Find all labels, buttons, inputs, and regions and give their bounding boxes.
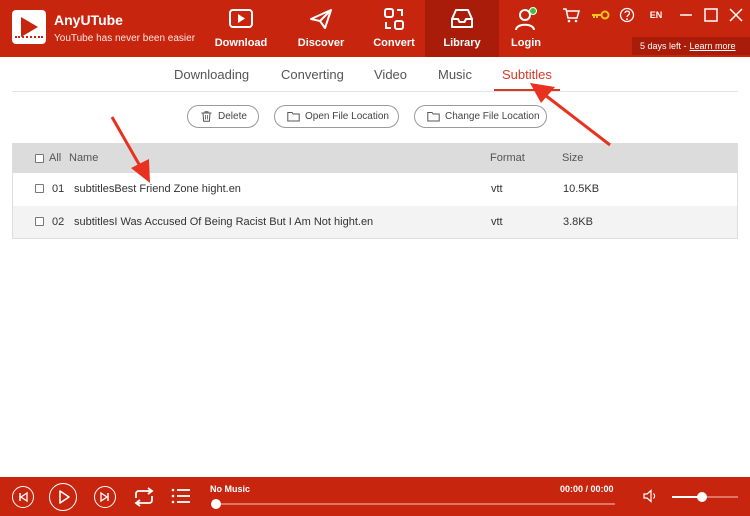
header-name[interactable]: Name	[69, 152, 98, 164]
row-format: vtt	[491, 183, 503, 195]
nav-download-label: Download	[214, 37, 268, 49]
skip-next-icon	[99, 491, 109, 502]
tab-music[interactable]: Music	[438, 67, 472, 82]
music-player: No Music 00:00 / 00:00	[0, 477, 750, 516]
delete-button[interactable]: Delete	[187, 105, 259, 128]
nav-login-label: Login	[511, 37, 541, 49]
user-icon	[515, 7, 537, 31]
open-file-location-button[interactable]: Open File Location	[274, 105, 399, 128]
row-checkbox[interactable]	[35, 217, 44, 226]
row-size: 10.5KB	[563, 183, 600, 195]
nav-discover[interactable]: Discover	[283, 0, 359, 57]
trial-text: 5 days left -	[640, 41, 687, 51]
nav-download[interactable]: Download	[203, 0, 279, 57]
subtitles-table: All Name Format Size 01 subtitlesBest Fr…	[12, 143, 738, 239]
app-header: AnyUTube YouTube has never been easier D…	[0, 0, 750, 57]
row-index: 01	[52, 183, 65, 195]
inbox-icon	[451, 9, 473, 28]
playlist-icon[interactable]	[171, 487, 191, 505]
play-button[interactable]	[49, 483, 77, 511]
table-row[interactable]: 01 subtitlesBest Friend Zone hight.en vt…	[13, 173, 737, 206]
now-playing-title: No Music	[210, 484, 251, 494]
tab-video[interactable]: Video	[374, 67, 407, 82]
library-tabs: Downloading Converting Video Music Subti…	[12, 57, 738, 92]
trash-icon	[201, 111, 212, 122]
previous-button[interactable]	[12, 486, 34, 508]
cart-icon[interactable]	[562, 7, 580, 23]
language-selector[interactable]: EN	[645, 7, 667, 23]
nav-convert-label: Convert	[373, 37, 415, 49]
row-name: subtitlesI Was Accused Of Being Racist B…	[74, 216, 374, 228]
key-icon[interactable]	[590, 7, 610, 23]
open-file-location-label: Open File Location	[305, 111, 389, 122]
minimize-icon[interactable]	[677, 7, 695, 23]
skip-previous-icon	[18, 491, 28, 502]
nav-convert[interactable]: Convert	[356, 0, 432, 57]
nav-discover-label: Discover	[297, 37, 345, 49]
active-tab-indicator	[494, 89, 560, 91]
play-box-icon	[229, 9, 253, 28]
delete-label: Delete	[218, 111, 247, 122]
change-file-location-button[interactable]: Change File Location	[414, 105, 547, 128]
next-button[interactable]	[94, 486, 116, 508]
header-format[interactable]: Format	[490, 152, 525, 164]
play-icon	[58, 489, 70, 504]
maximize-icon[interactable]	[702, 7, 720, 23]
row-name: subtitlesBest Friend Zone hight.en	[74, 183, 241, 195]
app-logo	[12, 10, 46, 44]
tab-subtitles[interactable]: Subtitles	[502, 67, 552, 82]
progress-handle[interactable]	[211, 499, 221, 509]
header-all: All	[49, 152, 62, 164]
learn-more-link[interactable]: Learn more	[690, 41, 736, 51]
folder-icon	[427, 112, 440, 122]
app-name: AnyUTube	[54, 12, 123, 28]
volume-handle[interactable]	[697, 492, 707, 502]
close-icon[interactable]	[727, 7, 745, 23]
convert-icon	[384, 8, 404, 30]
row-index: 02	[52, 216, 65, 228]
row-format: vtt	[491, 216, 503, 228]
trial-banner: 5 days left - Learn more	[632, 37, 750, 55]
nav-login[interactable]: Login	[488, 0, 564, 57]
select-all-checkbox[interactable]	[35, 154, 44, 163]
row-size: 3.8KB	[563, 216, 593, 228]
progress-bar[interactable]	[215, 503, 615, 505]
header-size[interactable]: Size	[562, 152, 583, 164]
repeat-icon[interactable]	[132, 486, 156, 508]
table-row[interactable]: 02 subtitlesI Was Accused Of Being Racis…	[13, 206, 737, 238]
paper-plane-icon	[310, 9, 332, 29]
help-icon[interactable]	[619, 7, 635, 23]
change-file-location-label: Change File Location	[445, 111, 540, 122]
playback-time: 00:00 / 00:00	[560, 484, 614, 494]
tab-converting[interactable]: Converting	[281, 67, 344, 82]
row-checkbox[interactable]	[35, 184, 44, 193]
folder-icon	[287, 112, 300, 122]
app-slogan: YouTube has never been easier	[54, 33, 196, 44]
tab-downloading[interactable]: Downloading	[174, 67, 249, 82]
table-header: All Name Format Size	[13, 143, 737, 173]
volume-icon[interactable]	[643, 489, 659, 503]
